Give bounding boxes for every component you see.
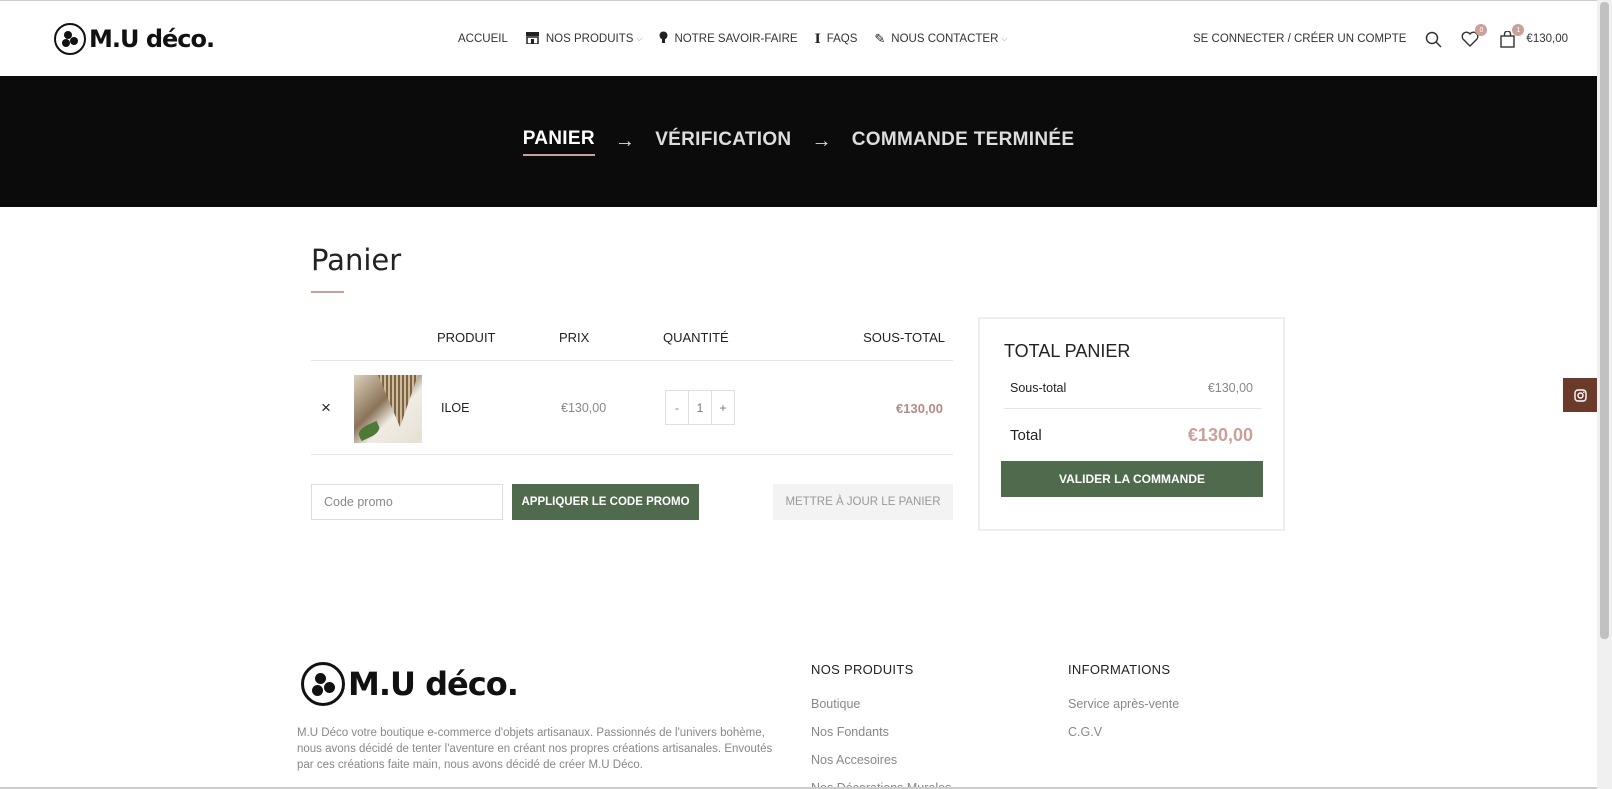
total-value: €130,00: [1187, 425, 1253, 445]
wishlist-count-badge: 0: [1475, 24, 1488, 36]
footer-logo-text: M.U déco.: [348, 665, 519, 703]
flower-logo-icon: [301, 662, 345, 706]
quantity-increase-button[interactable]: +: [712, 391, 734, 424]
cart-totals-title: Total panier: [1004, 341, 1131, 361]
checkout-steps-banner: Panier → Vérification → Commande terminé…: [0, 76, 1597, 207]
footer-link-cgv[interactable]: C.G.V: [1068, 725, 1179, 739]
arrow-right-icon: →: [614, 130, 636, 152]
step-panier[interactable]: Panier: [522, 128, 595, 156]
info-icon: i: [814, 31, 821, 47]
subtotal-value: €130,00: [1207, 381, 1253, 395]
nav-label: Nos produits: [545, 33, 634, 45]
checkout-button[interactable]: Valider la commande: [1001, 461, 1263, 497]
column-header-subtotal: Sous-total: [863, 330, 945, 345]
arrow-right-icon: →: [811, 130, 832, 152]
wishlist-heart-icon[interactable]: 0: [1460, 24, 1488, 49]
store-icon: [525, 31, 540, 47]
header-cart-total[interactable]: €130,00: [1526, 33, 1568, 45]
product-subtotal: €130,00: [896, 401, 943, 416]
flower-logo-icon: [54, 23, 86, 55]
remove-item-icon[interactable]: ×: [321, 398, 331, 418]
column-header-quantity: Quantité: [663, 330, 729, 345]
footer-logo[interactable]: M.U déco.: [301, 662, 519, 706]
page-title: Panier: [311, 243, 402, 277]
nav-item-savoir-faire[interactable]: Notre savoir-faire: [659, 31, 798, 47]
lightbulb-icon: [659, 31, 668, 47]
quantity-decrease-button[interactable]: -: [666, 391, 688, 424]
footer-column-title: Nos produits: [811, 662, 914, 677]
step-verification[interactable]: Vérification: [655, 129, 791, 155]
cart-table-header: Produit Prix Quantité Sous-total: [311, 320, 953, 361]
nav-item-accueil[interactable]: Accueil: [458, 31, 508, 47]
cart-table: Produit Prix Quantité Sous-total × ILOE …: [311, 320, 953, 455]
coupon-code-input[interactable]: Code promo: [311, 484, 503, 520]
cart-count-badge: 1: [1512, 24, 1525, 36]
step-commande-terminee[interactable]: Commande terminée: [852, 129, 1075, 155]
logo-text: M.U déco.: [89, 25, 215, 53]
search-icon[interactable]: [1423, 29, 1443, 49]
cart-totals-box: Total panier Sous-total €130,00 Total €1…: [978, 317, 1285, 531]
quantity-stepper: - 1 +: [665, 390, 735, 425]
nav-item-nos-produits[interactable]: Nos produits ⌵: [525, 31, 643, 47]
scrollbar-thumb[interactable]: [1600, 2, 1609, 639]
product-price: €130,00: [561, 401, 607, 415]
subtotal-label: Sous-total: [1010, 381, 1067, 395]
nav-item-faqs[interactable]: i FAQs: [815, 31, 858, 47]
title-underline: [311, 291, 344, 293]
footer-link-sav[interactable]: Service après-vente: [1068, 697, 1179, 711]
footer-link-fondants[interactable]: Nos Fondants: [811, 725, 951, 739]
main-nav: Accueil Nos produits ⌵ Notre savoir-fair…: [458, 31, 1007, 47]
site-header: M.U déco. Accueil Nos produits ⌵ Notre s…: [0, 0, 1597, 76]
header-actions: Se connecter / Créer un compte 0 1 €130,…: [1193, 24, 1568, 49]
product-thumbnail[interactable]: [354, 375, 422, 443]
chevron-down-icon: ⌵: [636, 34, 643, 43]
nav-label: Accueil: [458, 33, 508, 45]
chevron-down-icon: ⌵: [1001, 34, 1008, 43]
footer-column-informations: Informations Service après-vente C.G.V: [1068, 662, 1179, 753]
nav-item-nous-contacter[interactable]: ✎ Nous contacter ⌵: [874, 31, 1007, 47]
product-name-link[interactable]: ILOE: [441, 401, 470, 415]
column-header-price: Prix: [559, 330, 590, 345]
total-line: Total €130,00: [1004, 409, 1261, 459]
column-header-product: Produit: [437, 330, 496, 345]
total-label: Total: [1010, 427, 1042, 444]
nav-label: Nous contacter: [891, 33, 999, 45]
update-cart-button[interactable]: Mettre à jour le panier: [773, 484, 953, 520]
page-scrollbar[interactable]: [1597, 0, 1612, 789]
cart-bag-icon[interactable]: 1: [1497, 24, 1525, 49]
login-link[interactable]: Se connecter / Créer un compte: [1193, 33, 1406, 45]
footer-column-title: Informations: [1068, 662, 1171, 677]
subtotal-line: Sous-total €130,00: [1004, 375, 1261, 409]
quantity-input[interactable]: 1: [688, 391, 712, 424]
site-logo[interactable]: M.U déco.: [54, 23, 215, 55]
footer-description: M.U Déco votre boutique e-commerce d'obj…: [297, 727, 773, 771]
instagram-icon[interactable]: [1563, 378, 1597, 412]
footer-column-products: Nos produits Boutique Nos Fondants Nos A…: [811, 662, 951, 789]
footer-link-accesoires[interactable]: Nos Accesoires: [811, 753, 951, 767]
apply-coupon-button[interactable]: Appliquer le code promo: [512, 484, 699, 520]
nav-label: Notre savoir-faire: [674, 33, 798, 45]
footer-link-boutique[interactable]: Boutique: [811, 697, 951, 711]
table-row: × ILOE €130,00 - 1 + €130,00: [311, 361, 953, 455]
nav-label: FAQs: [826, 33, 858, 45]
pencil-icon: ✎: [874, 31, 886, 46]
